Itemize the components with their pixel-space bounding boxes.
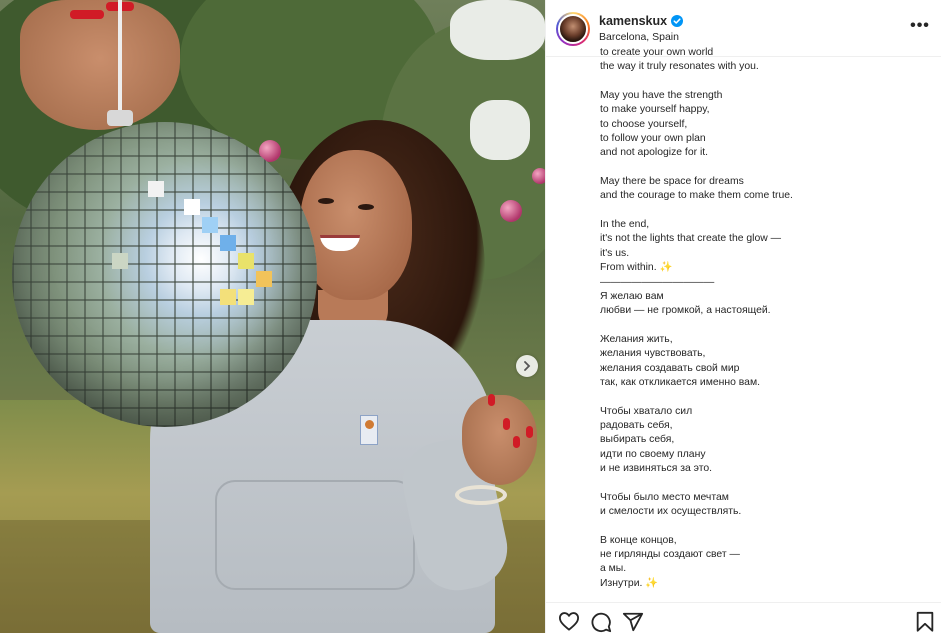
caption-line: В конце концов, (600, 534, 677, 546)
bracelet (455, 485, 507, 505)
comment-button[interactable] (590, 611, 612, 633)
more-options-button[interactable]: ••• (908, 16, 932, 36)
caption-line: and the courage to make them come true. (600, 190, 793, 202)
caption: to create your own world the way it truly… (600, 46, 920, 602)
location-link[interactable]: Barcelona, Spain (599, 31, 679, 43)
caption-line (600, 75, 920, 89)
caption-line: to create your own world (600, 47, 714, 58)
save-button[interactable] (914, 611, 936, 633)
mirror-tile (220, 289, 236, 305)
caption-line (600, 519, 920, 533)
caption-line (600, 204, 920, 218)
nail (526, 426, 533, 438)
caption-line: Желания жить, (600, 333, 673, 345)
caption-line (600, 161, 920, 175)
caption-line: а мы. (600, 563, 627, 575)
mirror-tile (256, 271, 272, 287)
nail (503, 418, 510, 430)
avatar[interactable] (558, 14, 588, 44)
caption-line: Я желаю вам (600, 290, 664, 302)
sky-patch (470, 100, 530, 160)
caption-line (600, 390, 920, 404)
caption-line: и не извиняться за это. (600, 462, 713, 474)
caption-line: Изнутри. ✨ (600, 577, 659, 589)
caption-line: желания создавать свой мир (600, 362, 740, 374)
post-photo[interactable] (0, 0, 545, 633)
right-hand (462, 395, 537, 485)
caption-line: Чтобы хватало сил (600, 405, 693, 417)
caption-line: любви — не громкой, а настоящей. (600, 305, 771, 317)
hoodie-badge (360, 415, 378, 445)
caption-line: не гирлянды создают свет — (600, 549, 740, 561)
caption-line: ——————————— (600, 276, 715, 288)
caption-line: From within. ✨ (600, 262, 673, 274)
username-row: kamenskux (599, 14, 684, 28)
bookmark-icon (916, 611, 934, 632)
caption-line: желания чувствовать, (600, 348, 706, 360)
mirror-tile (112, 253, 128, 269)
avatar-ring[interactable] (556, 12, 590, 46)
mirror-tile (238, 253, 254, 269)
mirror-tile (148, 181, 164, 197)
comment-icon (591, 612, 612, 633)
caption-line: to follow your own plan (600, 133, 706, 145)
caption-line (600, 319, 920, 333)
caption-line: и смелости их осуществлять. (600, 506, 742, 517)
ornament-cap (107, 110, 133, 126)
nail (513, 436, 520, 448)
share-icon (622, 612, 644, 632)
share-button[interactable] (622, 611, 644, 633)
caption-line: In the end, (600, 219, 650, 231)
mirror-tile (202, 217, 218, 233)
username-link[interactable]: kamenskux (599, 14, 667, 28)
caption-line: May there be space for dreams (600, 176, 744, 188)
caption-line: радовать себя, (600, 419, 673, 431)
mirror-tile (184, 199, 200, 215)
carousel-next-button[interactable] (516, 355, 538, 377)
pink-ornament (532, 168, 545, 184)
like-button[interactable] (558, 611, 580, 633)
caption-line: Чтобы было место мечтам (600, 491, 729, 503)
caption-line: идти по своему плану (600, 448, 706, 460)
heart-icon (559, 612, 579, 631)
disco-ball (12, 122, 317, 427)
action-bar (546, 602, 941, 633)
hoodie-pocket (215, 480, 415, 590)
caption-line: it's us. (600, 247, 630, 259)
nail (488, 394, 495, 406)
mirror-tile (238, 289, 254, 305)
chevron-right-icon (524, 361, 531, 371)
caption-line: так, как откликается именно вам. (600, 376, 760, 388)
eye (318, 198, 334, 204)
caption-line: выбирать себя, (600, 434, 675, 446)
verified-badge-icon (671, 15, 684, 27)
caption-line: to make yourself happy, (600, 104, 710, 116)
caption-line: the way it truly resonates with you. (600, 61, 759, 73)
sky-patch (450, 0, 545, 60)
caption-line: to choose yourself, (600, 118, 688, 130)
caption-line (600, 476, 920, 490)
ornament-string (118, 0, 122, 118)
nail (70, 10, 104, 19)
caption-line: and not apologize for it. (600, 147, 709, 159)
caption-line: May you have the strength (600, 90, 723, 102)
post-panel: kamenskux Barcelona, Spain ••• to create… (545, 0, 941, 633)
mirror-tile (220, 235, 236, 251)
eye (358, 204, 374, 210)
caption-line: it's not the lights that create the glow… (600, 233, 782, 245)
pink-ornament (500, 200, 522, 222)
